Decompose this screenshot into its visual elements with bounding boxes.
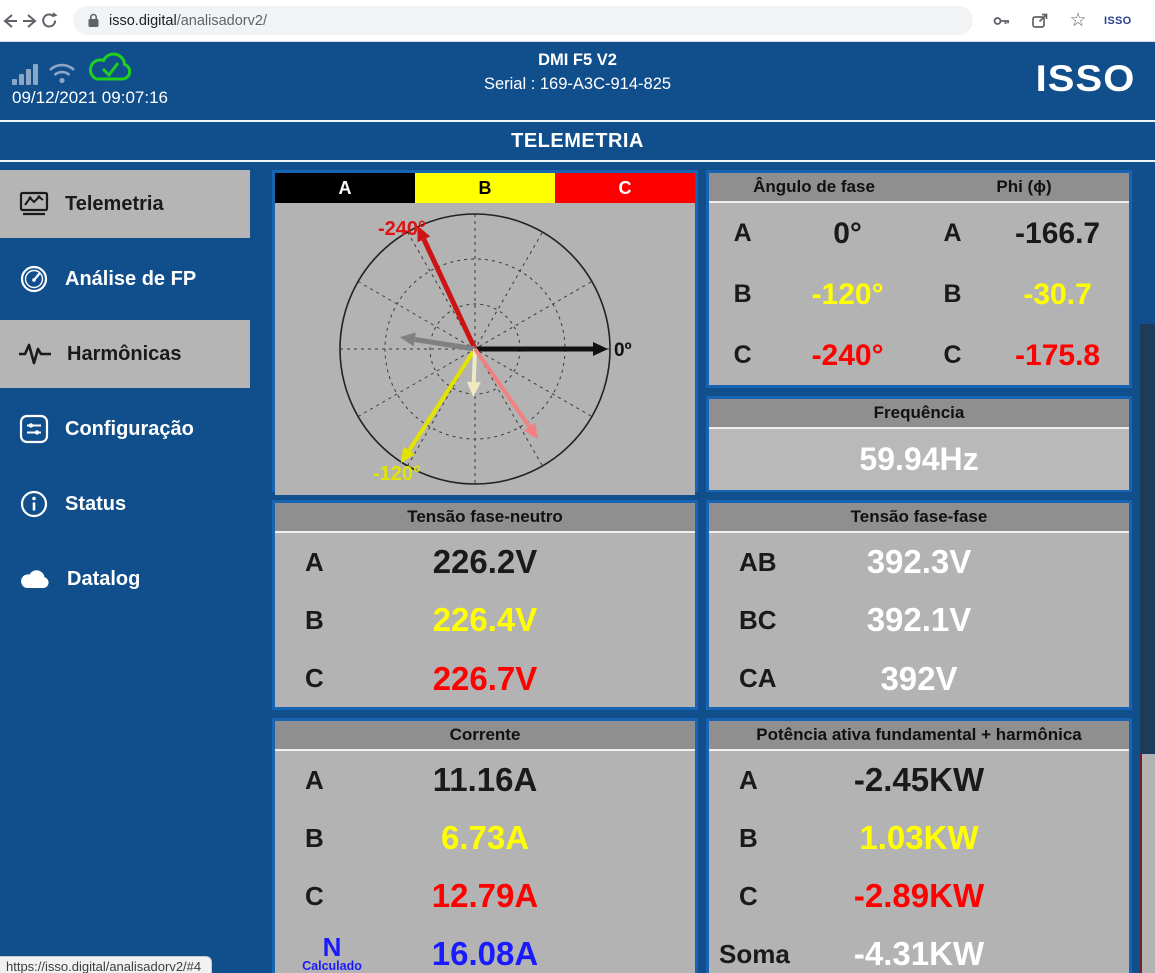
waveform-icon [18,340,52,368]
sidebar-item-label: Harmônicas [67,343,182,366]
chrome-menu-icon[interactable]: ⋮ [1141,4,1155,38]
sidebar-item-label: Análise de FP [65,268,196,291]
phasor-arrowhead-current-a [400,333,416,347]
bookmark-star-icon[interactable]: ☆ [1061,4,1095,38]
key-icon[interactable] [985,4,1019,38]
left-column: A B C [272,170,698,973]
phasor-vector-voltage-c [424,239,475,349]
phasor-panel: A B C [272,170,698,492]
back-icon[interactable] [0,4,20,38]
sidebar-item-configuracao[interactable]: Configuração [0,395,250,463]
sidebar-item-telemetria[interactable]: Telemetria [0,170,250,238]
table-row: B 226.4V [275,601,695,639]
device-model: DMI F5 V2 [0,51,1155,70]
right-column: Ângulo de fase Phi (ɸ) A 0° A -166.7 B -… [706,170,1132,973]
sliders-icon [18,413,50,445]
corrente-panel: Corrente A 11.16A B 6.73A C 12.79A [272,718,698,973]
table-row: A 226.2V [275,543,695,581]
sidebar-item-datalog[interactable]: Datalog [0,545,250,613]
panel-title: Potência ativa fundamental + harmônica [709,721,1129,751]
label-minus-120: -120° [373,463,421,485]
sidebar-item-status[interactable]: Status [0,470,250,538]
neutral-sublabel: Calculado [302,959,362,973]
tensao-fase-fase-panel: Tensão fase-fase AB 392.3V BC 392.1V CA [706,500,1132,710]
gauge-icon [18,263,50,295]
frequency-value: 59.94Hz [709,429,1129,490]
phasor-vector-voltage-b [409,349,475,451]
panel-title: Tensão fase-fase [709,503,1129,533]
sidebar: Telemetria Análise de FP Harmônicas [0,162,250,973]
phasor-vector-current-c [475,349,530,427]
potencia-panel: Potência ativa fundamental + harmônica A… [706,718,1132,973]
phasor-arrowhead-current-c [524,423,538,439]
sidebar-item-label: Status [65,493,126,516]
table-row: Soma -4.31KW [709,935,1129,973]
phasor-arrowhead-voltage-a [593,342,608,356]
telemetry-chart-icon [18,189,50,219]
phase-a-cell: A [275,173,415,203]
label-minus-240: -240° [378,218,426,240]
page-title-bar: TELEMETRIA [0,120,1155,162]
forward-icon[interactable] [20,4,40,38]
phasor-arrowhead-current-b [467,382,481,397]
table-row: C 12.79A [275,877,695,915]
table-row: AB 392.3V [709,543,1129,581]
table-row: CA 392V [709,660,1129,698]
isso-extension-badge[interactable]: ISSO [1099,15,1137,27]
reload-icon[interactable] [40,4,59,38]
table-row: C 226.7V [275,660,695,698]
phasor-svg: -240° -120° 0º [275,203,695,495]
share-icon[interactable] [1023,4,1057,38]
tensao-fase-neutro-panel: Tensão fase-neutro A 226.2V B 226.4V C 2 [272,500,698,710]
isso-logo: ISSO [1035,58,1135,100]
cloud-icon [18,566,52,592]
info-icon [18,488,50,520]
phasor-vector-current-a [415,340,475,350]
phase-legend: A B C [275,173,695,203]
table-row: C -240° C -175.8 [709,339,1129,373]
table-row: B 6.73A [275,819,695,857]
angulo-fase-panel: Ângulo de fase Phi (ɸ) A 0° A -166.7 B -… [706,170,1132,388]
browser-toolbar: isso.digital/analisadorv2/ ☆ ISSO ⋮ [0,0,1155,42]
table-row: BC 392.1V [709,601,1129,639]
app-header: 09/12/2021 09:07:16 DMI F5 V2 Serial : 1… [0,42,1155,120]
panel-title-right: Phi (ɸ) [919,177,1129,197]
phasor-vector-current-b [474,349,475,382]
page: isso.digital/analisadorv2/ ☆ ISSO ⋮ [0,0,1155,973]
url-bar[interactable]: isso.digital/analisadorv2/ [73,6,973,35]
frequencia-panel: Frequência 59.94Hz [706,396,1132,492]
url-text: isso.digital/analisadorv2/ [109,13,267,29]
sidebar-item-label: Configuração [65,418,194,441]
phasor-diagram: -240° -120° 0º [275,203,695,495]
phase-b-cell: B [415,173,555,203]
table-row: A 0° A -166.7 [709,217,1129,251]
sidebar-item-harmonicas[interactable]: Harmônicas [0,320,250,388]
label-zero-deg: 0º [614,340,632,361]
table-row: C -2.89KW [709,877,1129,915]
sidebar-item-analise-fp[interactable]: Análise de FP [0,245,250,313]
device-serial: Serial : 169-A3C-914-825 [0,75,1155,94]
table-row: B -120° B -30.7 [709,278,1129,312]
sidebar-item-label: Telemetria [65,193,164,216]
sidebar-item-label: Datalog [67,568,140,591]
panel-title-left: Ângulo de fase [709,177,919,197]
neutral-label: N [323,935,342,959]
table-row: B 1.03KW [709,819,1129,857]
panel-title: Corrente [275,721,695,751]
right-edge-scroll-strip[interactable] [1140,324,1155,973]
table-row: A 11.16A [275,761,695,799]
lock-icon [87,13,100,28]
table-row-neutral: N Calculado 16.08A [275,935,695,973]
panel-title: Frequência [709,399,1129,429]
main-area: A B C [250,162,1155,973]
table-row: A -2.45KW [709,761,1129,799]
panel-title: Tensão fase-neutro [275,503,695,533]
status-bar-link-tooltip: https://isso.digital/analisadorv2/#4 [0,956,212,973]
page-title: TELEMETRIA [511,130,644,153]
phase-c-cell: C [555,173,695,203]
